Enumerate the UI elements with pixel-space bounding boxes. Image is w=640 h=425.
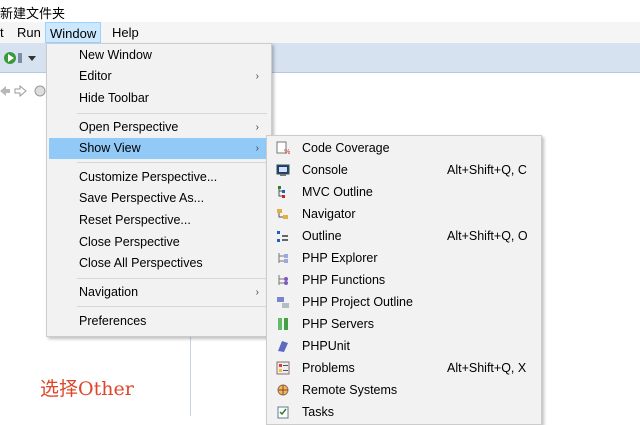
view-item-php-functions[interactable]: PHP Functions	[269, 270, 539, 291]
menu-item-label: Close All Perspectives	[79, 256, 203, 270]
menu-item-label: Customize Perspective...	[79, 170, 218, 184]
view-item-label: Tasks	[302, 405, 334, 419]
problems-icon	[276, 361, 290, 375]
window-title: 新建文件夹	[0, 6, 66, 21]
menu-item-preferences[interactable]: Preferences	[49, 311, 269, 332]
console-icon	[276, 164, 290, 176]
view-item-outline[interactable]: Outline Alt+Shift+Q, O	[269, 226, 539, 247]
shortcut-label: Alt+Shift+Q, X	[447, 361, 527, 375]
view-item-label: PHP Functions	[302, 273, 386, 287]
submenu-arrow-icon: ›	[255, 287, 259, 298]
menu-item-customize-perspective[interactable]: Customize Perspective...	[49, 167, 269, 188]
submenu-arrow-icon: ›	[255, 122, 259, 133]
menu-item-show-view[interactable]: Show View ›	[49, 138, 269, 159]
php-functions-icon	[278, 275, 288, 285]
mvc-outline-icon	[278, 186, 285, 198]
view-item-label: Problems	[302, 361, 355, 375]
view-item-label: PHP Project Outline	[302, 295, 413, 309]
menu-item-editor[interactable]: Editor ›	[49, 66, 269, 87]
menu-item-open-perspective[interactable]: Open Perspective ›	[49, 117, 269, 138]
php-explorer-icon	[278, 253, 288, 263]
menu-item-new-window[interactable]: New Window	[49, 45, 269, 66]
run-icon[interactable]	[2, 47, 42, 69]
svg-text:%: %	[284, 148, 290, 155]
show-view-submenu: % Code Coverage Console Alt+Shift+Q, C M…	[266, 135, 542, 425]
view-item-label: PHP Explorer	[302, 251, 378, 265]
history-icon[interactable]	[34, 85, 46, 97]
view-item-mvc-outline[interactable]: MVC Outline	[269, 182, 539, 203]
menu-file-partial[interactable]: t	[0, 22, 8, 43]
menu-item-save-perspective[interactable]: Save Perspective As...	[49, 188, 269, 209]
view-item-tasks[interactable]: Tasks	[269, 402, 539, 423]
navigator-icon	[277, 209, 288, 219]
code-coverage-icon: %	[276, 141, 290, 155]
view-item-label: PHPUnit	[302, 339, 350, 353]
menu-separator	[77, 278, 267, 279]
view-item-label: PHP Servers	[302, 317, 375, 331]
menu-item-label: Close Perspective	[79, 235, 180, 249]
view-item-navigator[interactable]: Navigator	[269, 204, 539, 225]
view-item-label: Console	[302, 163, 348, 177]
menu-item-navigation[interactable]: Navigation ›	[49, 282, 269, 303]
menu-item-label: Hide Toolbar	[79, 91, 149, 105]
menu-bar: t Run Window Help	[0, 22, 640, 43]
phpunit-icon	[278, 341, 288, 352]
menu-item-label: Navigation	[79, 285, 139, 299]
window-menu-dropdown: New Window Editor › Hide Toolbar Open Pe…	[46, 43, 272, 337]
submenu-arrow-icon: ›	[255, 71, 259, 82]
menu-item-label: Reset Perspective...	[79, 213, 191, 227]
menu-help[interactable]: Help	[108, 22, 143, 43]
menu-item-close-all-perspectives[interactable]: Close All Perspectives	[49, 253, 269, 274]
menu-separator	[77, 162, 267, 163]
submenu-arrow-icon: ›	[255, 143, 259, 154]
view-item-label: Code Coverage	[302, 141, 390, 155]
window-title-bar: 新建文件夹	[0, 0, 640, 22]
menu-item-label: Editor	[79, 69, 112, 83]
menu-item-label: Open Perspective	[79, 120, 179, 134]
view-item-label: Outline	[302, 229, 342, 243]
view-item-php-explorer[interactable]: PHP Explorer	[269, 248, 539, 269]
annotation-text: 选择Other	[40, 378, 134, 400]
view-item-php-servers[interactable]: PHP Servers	[269, 314, 539, 335]
menu-item-close-perspective[interactable]: Close Perspective	[49, 232, 269, 253]
view-item-label: Navigator	[302, 207, 356, 221]
menu-item-label: New Window	[79, 48, 152, 62]
menu-item-label: Save Perspective As...	[79, 191, 205, 205]
php-servers-icon	[278, 318, 288, 330]
view-item-code-coverage[interactable]: % Code Coverage	[269, 138, 539, 159]
menu-item-hide-toolbar[interactable]: Hide Toolbar	[49, 88, 269, 109]
menu-separator	[77, 113, 267, 114]
view-item-remote-systems[interactable]: Remote Systems	[269, 380, 539, 401]
php-project-outline-icon	[277, 297, 289, 308]
menu-item-label: Preferences	[79, 314, 147, 328]
menu-item-reset-perspective[interactable]: Reset Perspective...	[49, 210, 269, 231]
back-arrow-icon[interactable]	[0, 86, 10, 96]
view-item-phpunit[interactable]: PHPUnit	[269, 336, 539, 357]
forward-arrow-icon[interactable]	[14, 84, 27, 98]
view-item-console[interactable]: Console Alt+Shift+Q, C	[269, 160, 539, 181]
menu-run[interactable]: Run	[13, 22, 45, 43]
menu-separator	[77, 306, 267, 307]
menu-window[interactable]: Window	[45, 22, 102, 43]
menu-item-label: Show View	[79, 141, 141, 155]
shortcut-label: Alt+Shift+Q, C	[447, 163, 527, 177]
view-item-label: MVC Outline	[302, 185, 373, 199]
view-item-problems[interactable]: Problems Alt+Shift+Q, X	[269, 358, 539, 379]
remote-systems-icon	[277, 384, 289, 396]
tasks-icon	[277, 406, 289, 419]
view-item-label: Remote Systems	[302, 383, 398, 397]
shortcut-label: Alt+Shift+Q, O	[447, 229, 528, 243]
outline-icon	[277, 231, 288, 242]
view-item-php-project-outline[interactable]: PHP Project Outline	[269, 292, 539, 313]
